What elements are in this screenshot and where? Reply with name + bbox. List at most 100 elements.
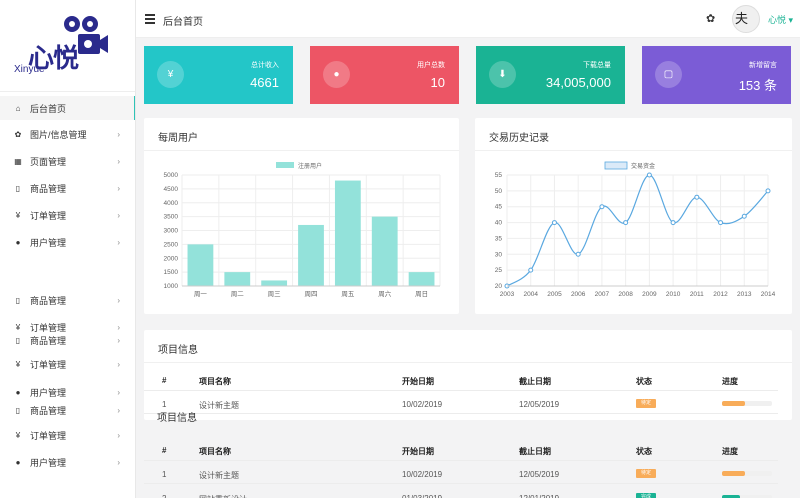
bar[interactable] bbox=[261, 280, 288, 286]
transaction-history-panel: 交易历史记录 交易资金 20 25 30 35 40 45 50 55 2003 2004 2005 2… bbox=[475, 118, 792, 314]
column-header[interactable]: 进度 bbox=[722, 376, 738, 387]
brand-logo[interactable]: 心悦 Xinyue bbox=[0, 0, 135, 92]
bar[interactable] bbox=[408, 272, 435, 286]
home-icon: ⌂ bbox=[15, 103, 21, 113]
data-point[interactable] bbox=[551, 220, 557, 226]
sidebar-item[interactable]: ● 用户管理 › bbox=[0, 230, 135, 254]
table-cell: 1 bbox=[162, 470, 167, 479]
column-header[interactable]: 状态 bbox=[636, 446, 652, 457]
weekly-users-bar-chart: 注册用户 1000 1500 2000 2500 3000 3500 4000 4500 5000… bbox=[164, 162, 441, 298]
column-header[interactable]: 开始日期 bbox=[402, 446, 434, 457]
y-tick-label: 4000 bbox=[164, 200, 179, 207]
x-tick-label: 2013 bbox=[737, 291, 752, 298]
table-cell: 设计新主题 bbox=[199, 471, 239, 480]
table-cell: 2 bbox=[162, 494, 166, 498]
user-icon: ● bbox=[15, 457, 21, 467]
breadcrumb[interactable]: 后台首页 bbox=[163, 13, 203, 28]
bar[interactable] bbox=[298, 224, 324, 286]
file-icon: ▯ bbox=[15, 295, 21, 305]
x-tick-label: 周四 bbox=[305, 290, 318, 298]
stat-card[interactable]: ¥ 总计收入 4661 bbox=[144, 46, 293, 104]
column-header[interactable]: 项目名称 bbox=[199, 376, 231, 387]
x-tick-label: 周五 bbox=[341, 290, 355, 298]
column-header[interactable]: 开始日期 bbox=[402, 376, 434, 387]
table-icon: ▦ bbox=[14, 156, 22, 166]
y-tick-label: 40 bbox=[495, 220, 503, 227]
chevron-right-icon: › bbox=[117, 210, 120, 220]
data-point[interactable] bbox=[575, 251, 581, 257]
sidebar-item[interactable]: ▯ 商品管理 › bbox=[0, 398, 135, 422]
chevron-right-icon: › bbox=[117, 430, 120, 440]
column-header[interactable]: 截止日期 bbox=[519, 376, 551, 387]
chevron-right-icon: › bbox=[117, 183, 120, 193]
bar[interactable] bbox=[187, 244, 214, 286]
y-tick-label: 20 bbox=[495, 283, 503, 290]
bar[interactable] bbox=[371, 216, 398, 286]
chevron-right-icon: › bbox=[117, 237, 120, 247]
stat-label: 下载总量 bbox=[583, 62, 611, 69]
bar[interactable] bbox=[334, 180, 361, 286]
stat-card[interactable]: ⬇ 下载总量 34,005,000 bbox=[476, 46, 625, 104]
data-point[interactable] bbox=[646, 172, 652, 178]
sidebar-item[interactable]: ● 用户管理 › bbox=[0, 450, 135, 474]
column-header[interactable]: 状态 bbox=[636, 376, 652, 387]
x-tick-label: 2003 bbox=[500, 291, 515, 298]
stat-value: 153 条 bbox=[738, 78, 777, 93]
yen-icon: ¥ bbox=[15, 359, 21, 369]
sidebar-item[interactable]: ⌂ 后台首页 bbox=[0, 96, 135, 120]
x-tick-label: 2010 bbox=[666, 291, 681, 298]
sidebar-item-label: 商品管理 bbox=[30, 405, 67, 416]
data-point[interactable] bbox=[694, 194, 700, 200]
y-tick-label: 4500 bbox=[164, 186, 179, 193]
file-icon: ▯ bbox=[15, 335, 21, 345]
data-point[interactable] bbox=[599, 204, 605, 210]
y-tick-label: 5000 bbox=[164, 172, 179, 179]
x-tick-label: 2012 bbox=[713, 291, 728, 298]
x-tick-label: 周二 bbox=[231, 290, 245, 298]
chevron-right-icon: › bbox=[117, 335, 120, 345]
stat-card[interactable]: ▢ 新增留言 153 条 bbox=[642, 46, 791, 104]
x-tick-label: 周一 bbox=[194, 290, 208, 298]
data-point[interactable] bbox=[718, 220, 724, 226]
sidebar-item[interactable]: ¥ 订单管理 › bbox=[0, 423, 135, 447]
user-menu[interactable]: 心悦 ▾ bbox=[768, 13, 793, 26]
sidebar-item-label: 用户管理 bbox=[30, 457, 67, 468]
data-point[interactable] bbox=[741, 213, 747, 219]
column-header[interactable]: 进度 bbox=[722, 446, 738, 457]
stat-label: 总计收入 bbox=[251, 62, 279, 69]
column-header[interactable]: 截止日期 bbox=[519, 446, 551, 457]
file-icon: ▯ bbox=[15, 405, 21, 415]
table-cell: 10/02/2019 bbox=[402, 470, 443, 479]
sidebar-item[interactable]: ¥ 订单管理 › bbox=[0, 352, 135, 376]
palette-icon[interactable]: ✿ bbox=[706, 12, 715, 25]
x-tick-label: 2007 bbox=[595, 291, 610, 298]
column-header[interactable]: # bbox=[162, 446, 166, 455]
chevron-right-icon: › bbox=[117, 405, 120, 415]
sidebar-item[interactable]: ▯ 商品管理 › bbox=[0, 328, 135, 352]
bar[interactable] bbox=[224, 272, 251, 286]
sidebar-item[interactable]: ▯ 商品管理 › bbox=[0, 288, 135, 312]
y-tick-label: 45 bbox=[495, 204, 503, 211]
x-tick-label: 2006 bbox=[571, 291, 586, 298]
x-tick-label: 周三 bbox=[268, 290, 282, 298]
column-header[interactable]: 项目名称 bbox=[199, 446, 231, 457]
menu-toggle-icon[interactable] bbox=[145, 14, 155, 24]
sidebar-item[interactable]: ✿ 图片/信息管理 › bbox=[0, 122, 135, 146]
stat-value: 4661 bbox=[250, 75, 279, 90]
series-line bbox=[506, 174, 769, 287]
data-point[interactable] bbox=[670, 220, 676, 226]
column-header[interactable]: # bbox=[162, 376, 166, 385]
data-point[interactable] bbox=[623, 220, 629, 226]
sidebar-item[interactable]: ▦ 页面管理 › bbox=[0, 149, 135, 173]
sidebar-item[interactable]: ¥ 订单管理 › bbox=[0, 203, 135, 227]
avatar[interactable]: 夫午 bbox=[732, 5, 760, 33]
y-tick-label: 35 bbox=[495, 235, 503, 242]
x-tick-label: 2004 bbox=[523, 291, 538, 298]
sidebar-item-label: 商品管理 bbox=[30, 295, 67, 306]
sidebar-item[interactable]: ▯ 商品管理 › bbox=[0, 176, 135, 200]
sidebar-item-label: 后台首页 bbox=[30, 103, 67, 114]
data-point[interactable] bbox=[765, 188, 771, 194]
user-icon: ● bbox=[323, 61, 350, 88]
stat-card[interactable]: ● 用户总数 10 bbox=[310, 46, 459, 104]
data-point[interactable] bbox=[528, 267, 534, 273]
